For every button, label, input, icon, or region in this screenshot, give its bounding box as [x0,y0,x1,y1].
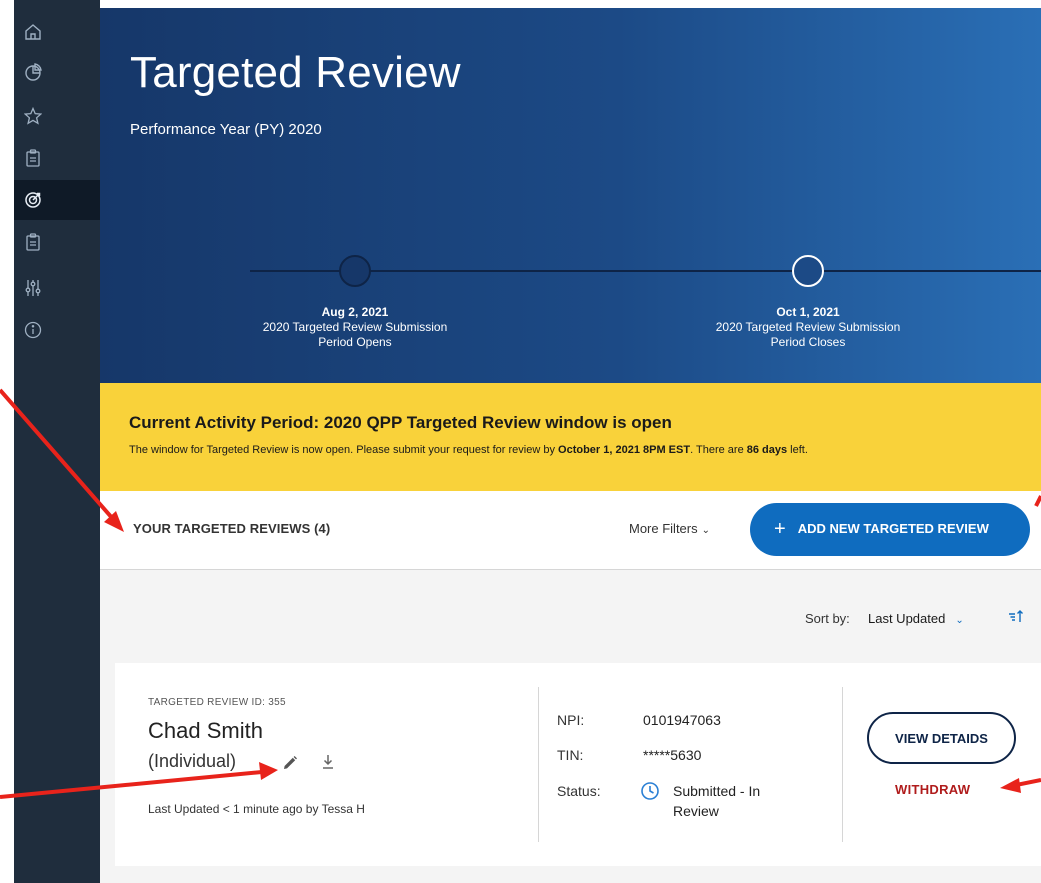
sidebar-item-settings[interactable] [14,268,100,308]
alert-title: Current Activity Period: 2020 QPP Target… [129,413,672,432]
info-icon [24,321,42,339]
clipboard-list-icon [26,233,40,251]
sidebar-item-home[interactable] [14,12,100,52]
alert-body-text: The window for Targeted Review is now op… [129,444,559,456]
add-button-label: ADD NEW TARGETED REVIEW [797,521,989,536]
milestone-label: Period Opens [318,335,392,349]
alert-body-text: left. [787,444,808,456]
tin-label: TIN: [557,747,584,763]
status-value: Submitted - In Review [673,783,761,819]
left-gutter [0,0,14,883]
targeted-review-page: Targeted Review Performance Year (PY) 20… [0,0,1041,883]
more-filters-label: More Filters [629,521,698,536]
sidebar-item-targeted-review[interactable] [14,180,100,220]
page-title: Targeted Review [130,48,461,97]
last-updated-text: Last Updated < 1 minute ago by Tessa H [148,802,365,816]
home-icon [25,24,41,40]
clock-icon [640,781,660,806]
edit-icon[interactable] [281,754,299,777]
sidebar-item-info[interactable] [14,310,100,350]
milestone-closes: Oct 1, 2021 2020 Targeted Review Submiss… [688,305,928,350]
card-divider [842,687,843,842]
sort-label: Sort by: [805,611,850,626]
withdraw-button[interactable]: WITHDRAW [895,782,970,797]
review-type: (Individual) [148,751,237,771]
sliders-icon [25,280,41,296]
view-details-button[interactable]: VIEW DETAIDS [867,712,1016,764]
reviews-list: Sort by: Last Updated ⌄ TARGETED REVIEW I… [100,570,1041,883]
sidebar-item-reports[interactable] [14,138,100,178]
sidebar-item-favorites[interactable] [14,96,100,136]
alert-body: The window for Targeted Review is now op… [129,444,808,456]
milestone-date: Aug 2, 2021 [321,305,389,319]
sidebar-item-analytics[interactable] [14,52,100,92]
milestone-date: Oct 1, 2021 [776,305,840,319]
npi-value: 0101947063 [643,712,721,728]
milestone-label: 2020 Targeted Review Submission [262,320,448,334]
sort-direction-toggle[interactable] [1008,608,1024,629]
alert-deadline: October 1, 2021 8PM EST [558,444,691,456]
reviews-heading: YOUR TARGETED REVIEWS (4) [133,521,331,536]
status-label: Status: [557,783,601,799]
download-icon[interactable] [320,753,336,776]
clipboard-icon [26,149,40,167]
review-id: TARGETED REVIEW ID: 355 [148,697,286,708]
milestone-dot-closes [792,255,824,287]
sidebar [14,0,100,883]
milestone-dot-opens [339,255,371,287]
tin-value: *****5630 [643,747,702,763]
milestone-label: Period Closes [770,335,846,349]
card-divider [538,687,539,842]
performance-year-subtitle: Performance Year (PY) 2020 [130,121,322,138]
milestone-opens: Aug 2, 2021 2020 Targeted Review Submiss… [235,305,475,350]
milestone-label: 2020 Targeted Review Submission [715,320,901,334]
targeted-review-icon [25,192,41,208]
more-filters-dropdown[interactable]: More Filters ⌄ [629,521,710,536]
star-icon [24,107,42,125]
alert-days-left: 86 days [746,444,788,456]
pie-chart-icon [25,63,42,81]
reviews-toolbar: YOUR TARGETED REVIEWS (4) More Filters ⌄ … [100,491,1041,570]
review-name: Chad Smith [148,718,263,743]
sort-select[interactable]: Last Updated ⌄ [868,611,964,626]
page-header: Targeted Review Performance Year (PY) 20… [100,8,1041,383]
activity-period-alert: Current Activity Period: 2020 QPP Target… [100,383,1041,491]
alert-body-text: . There are [690,444,747,456]
add-new-targeted-review-button[interactable]: + ADD NEW TARGETED REVIEW [750,503,1030,556]
sort-direction-icon [1009,610,1023,622]
chevron-down-icon: ⌄ [955,615,964,626]
plus-icon: + [774,518,786,540]
npi-label: NPI: [557,712,585,728]
chevron-down-icon: ⌄ [701,525,711,536]
review-card: TARGETED REVIEW ID: 355 Chad Smith (Indi… [115,663,1041,866]
sidebar-item-submissions[interactable] [14,222,100,262]
sort-selected-value: Last Updated [868,611,946,626]
